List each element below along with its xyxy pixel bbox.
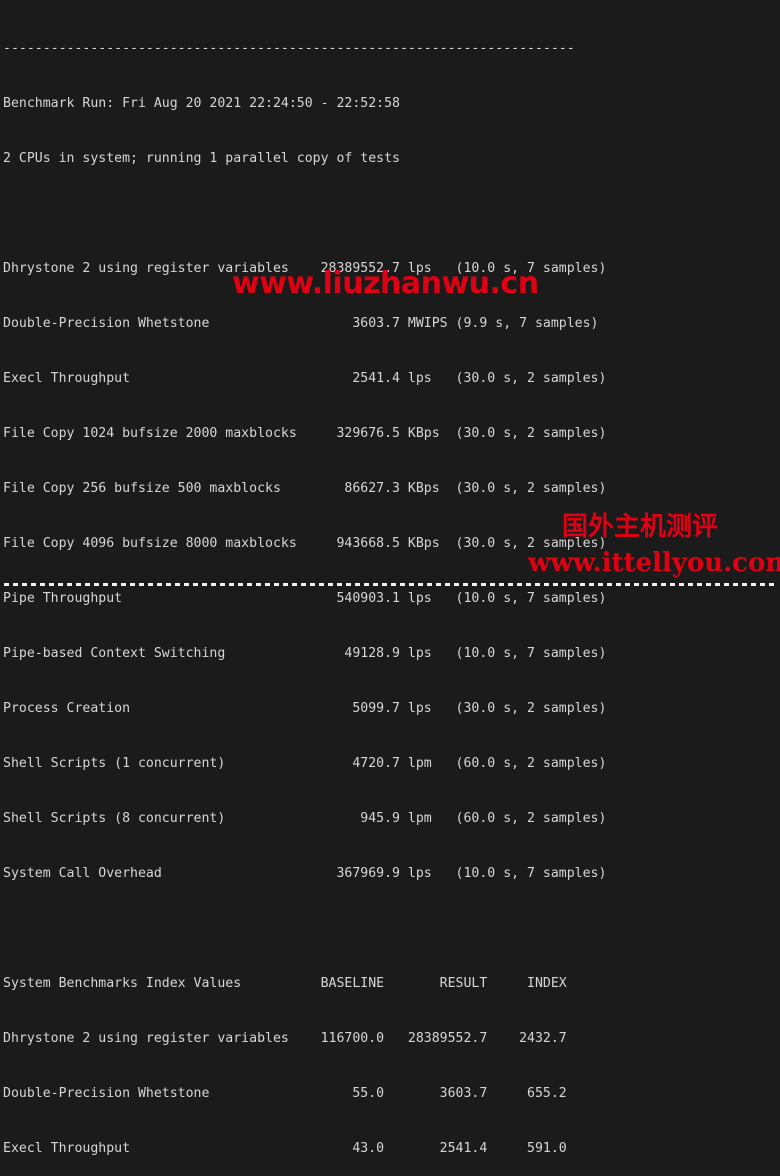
raw-result-row: Shell Scripts (1 concurrent) 4720.7 lpm … <box>3 756 607 772</box>
raw-result-row: Pipe-based Context Switching 49128.9 lps… <box>3 646 607 662</box>
raw-result-row: File Copy 1024 bufsize 2000 maxblocks 32… <box>3 425 607 441</box>
top-rule: ----------------------------------------… <box>3 40 575 56</box>
index-table-row: Double-Precision Whetstone 55.0 3603.7 6… <box>3 1086 567 1102</box>
index-table-row: Dhrystone 2 using register variables 116… <box>3 1031 567 1047</box>
raw-result-row: File Copy 256 bufsize 500 maxblocks 8662… <box>3 480 607 496</box>
index-table-row: Execl Throughput 43.0 2541.4 591.0 <box>3 1141 567 1157</box>
bottom-dashed-marquee <box>4 583 776 586</box>
raw-result-row: Execl Throughput 2541.4 lps (30.0 s, 2 s… <box>3 370 607 386</box>
raw-result-row: File Copy 4096 bufsize 8000 maxblocks 94… <box>3 535 607 551</box>
cpu-info-line: 2 CPUs in system; running 1 parallel cop… <box>3 150 400 166</box>
raw-result-row: System Call Overhead 367969.9 lps (10.0 … <box>3 866 607 882</box>
raw-result-row: Pipe Throughput 540903.1 lps (10.0 s, 7 … <box>3 591 607 606</box>
raw-result-row: Dhrystone 2 using register variables 283… <box>3 260 607 276</box>
terminal-output: ----------------------------------------… <box>0 0 780 1156</box>
raw-result-row: Process Creation 5099.7 lps (30.0 s, 2 s… <box>3 701 607 717</box>
index-table-header: System Benchmarks Index Values BASELINE … <box>3 976 567 992</box>
raw-result-row: Shell Scripts (8 concurrent) 945.9 lpm (… <box>3 811 607 827</box>
raw-result-row: Double-Precision Whetstone 3603.7 MWIPS … <box>3 315 599 331</box>
benchmark-run-line: Benchmark Run: Fri Aug 20 2021 22:24:50 … <box>3 95 400 111</box>
